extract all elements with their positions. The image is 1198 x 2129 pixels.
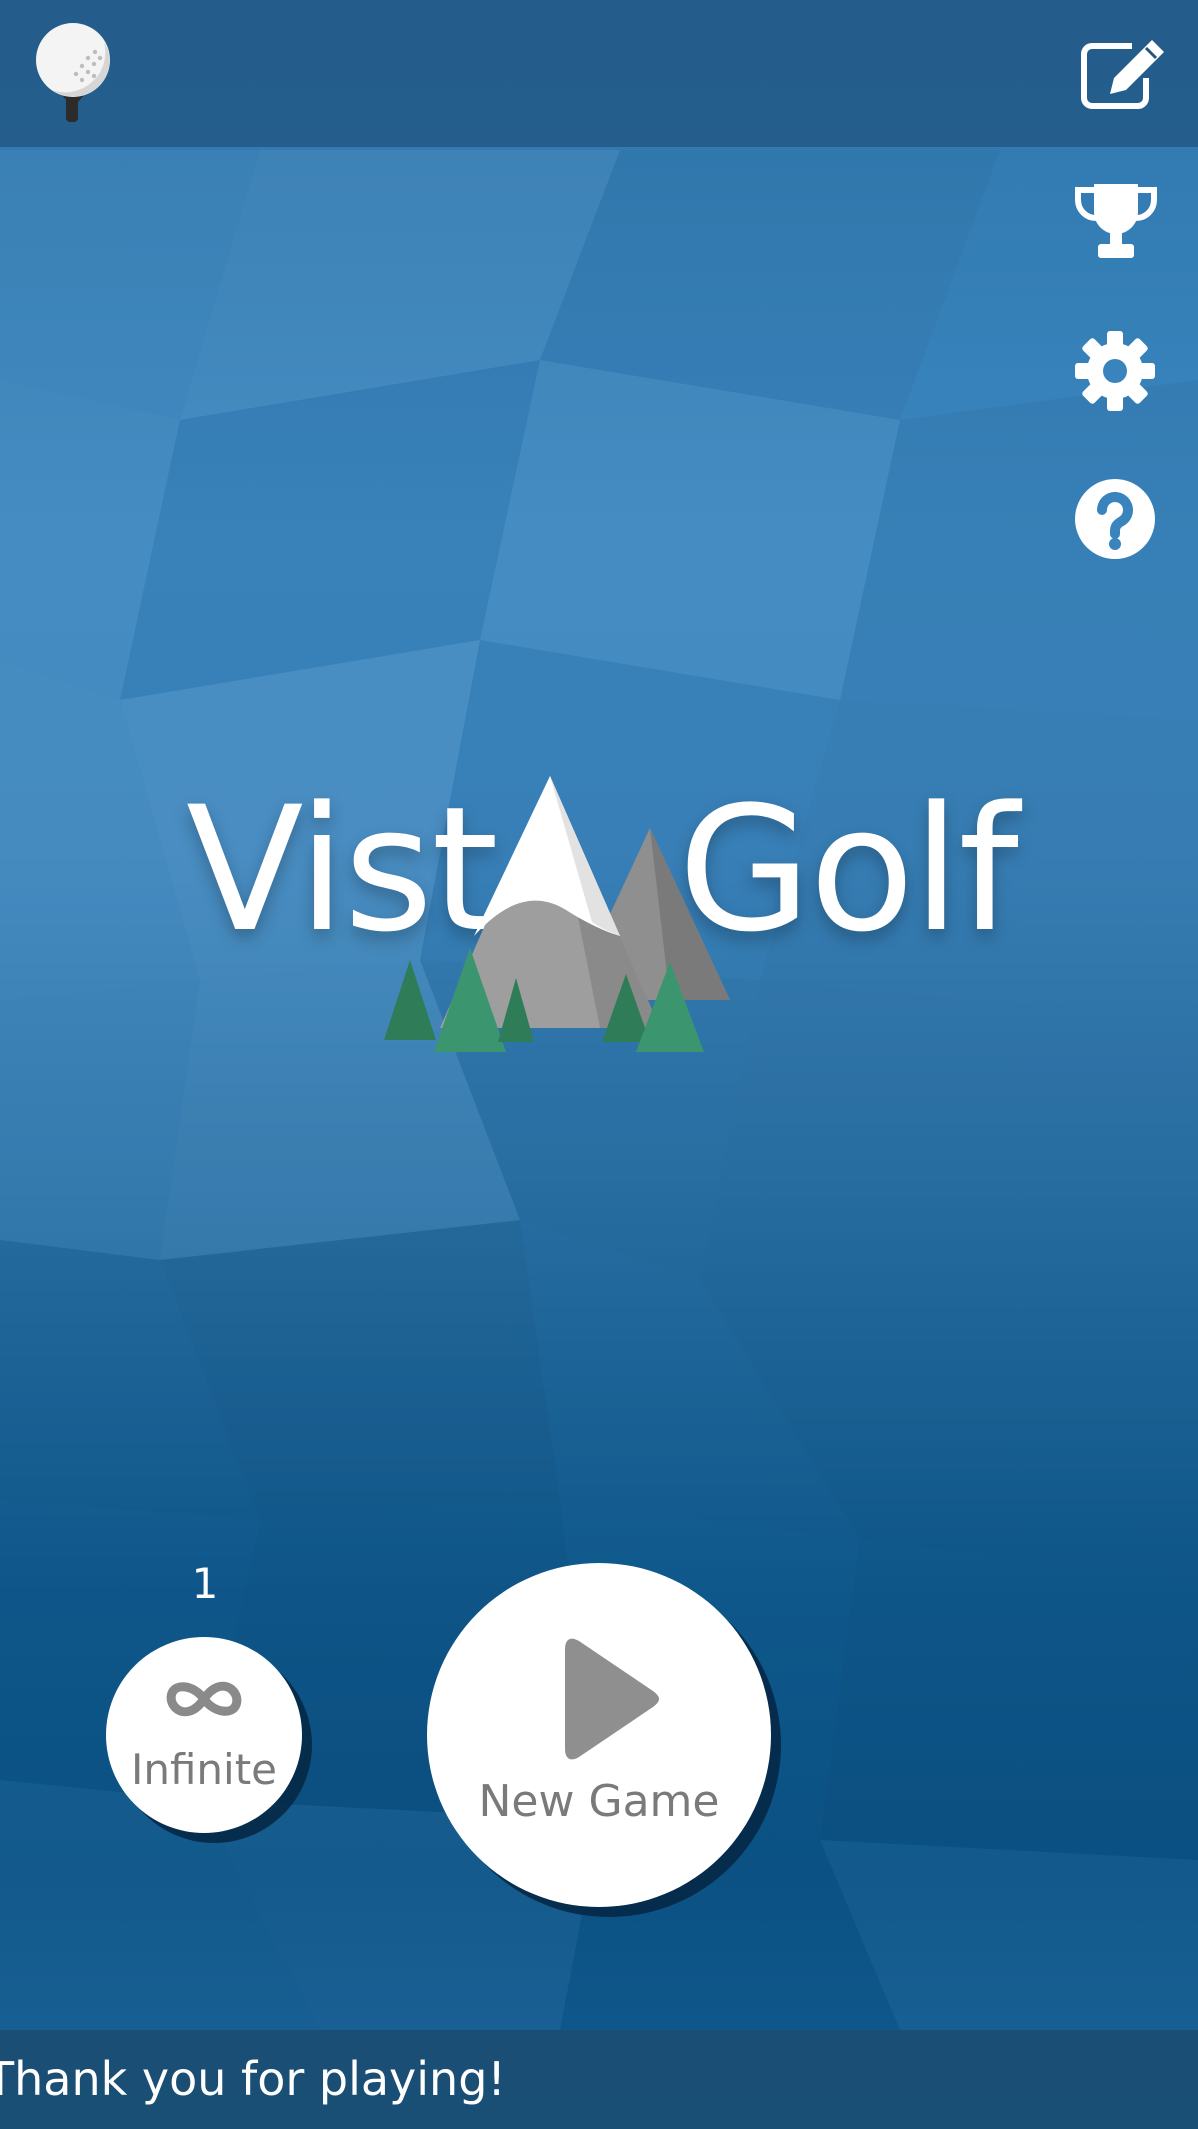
- gear-icon[interactable]: [1074, 330, 1156, 412]
- help-icon[interactable]: [1074, 478, 1156, 560]
- new-game-button[interactable]: New Game: [427, 1563, 771, 1907]
- trophy-icon[interactable]: [1074, 182, 1158, 260]
- infinite-mode-label: Infinite: [130, 1745, 278, 1794]
- mountain-logo-icon: [384, 776, 730, 1052]
- infinite-count: 1: [191, 1559, 219, 1608]
- infinite-mode-button[interactable]: Infinite: [106, 1637, 302, 1833]
- edit-icon[interactable]: [1080, 38, 1166, 110]
- main-menu-screen: Vist Golf 1 Infinite New Game Thank you …: [0, 0, 1198, 2129]
- new-game-label: New Game: [478, 1776, 720, 1827]
- play-icon: [565, 1638, 659, 1760]
- top-bar: [0, 0, 1198, 147]
- bottom-message-bar: Thank you for playing!: [0, 2030, 1198, 2129]
- infinity-icon: [166, 1681, 242, 1717]
- game-logo: Vist Golf: [180, 760, 1020, 1070]
- golf-ball-on-tee-icon[interactable]: [32, 22, 114, 126]
- scrolling-message: Thank you for playing!: [0, 2052, 506, 2106]
